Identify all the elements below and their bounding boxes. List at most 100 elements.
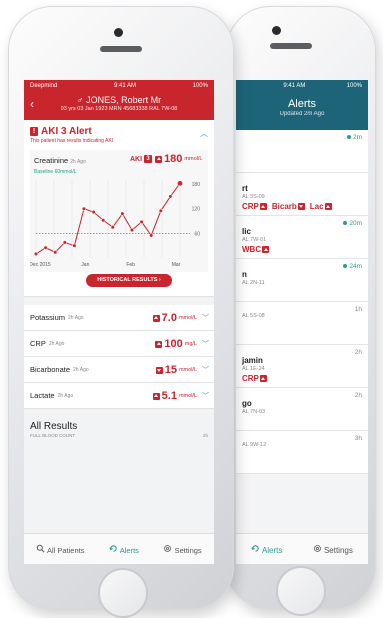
chevron-up-icon[interactable]: ︿: [200, 128, 208, 139]
patient-meta: 93 yrs 03 Jan 1923 MRN 45683338 RAL 7W-0…: [60, 106, 178, 112]
status-time: 9:41 AM: [113, 83, 136, 89]
front-camera: [272, 26, 281, 35]
all-results-category: FULL BLOOD COUNT: [30, 433, 76, 438]
historical-results-button[interactable]: HISTORICAL RESULTS ›: [86, 274, 172, 287]
alert-row[interactable]: 2h go AL 7N-03: [236, 388, 368, 431]
alert-time: 2h: [355, 392, 362, 399]
result-label: CRP: [30, 339, 46, 348]
data-point: [72, 243, 77, 248]
data-point: [91, 209, 96, 215]
arrow-up-icon: [324, 203, 332, 211]
arrow-down-icon: [155, 366, 163, 374]
alert-row[interactable]: 2m: [236, 130, 368, 173]
aki-alert-card: ! AKI 3 Alert This patient has results i…: [24, 120, 214, 297]
patient-name[interactable]: ♂ JONES, Robert Mr: [24, 92, 214, 105]
data-point: [101, 218, 106, 223]
alert-time: 24m: [343, 263, 362, 270]
alert-tag-label: Bicarb: [271, 202, 297, 211]
result-age: 2h Ago: [73, 366, 89, 373]
alert-patient-name: lic: [242, 227, 251, 236]
alert-row[interactable]: 3h AL 9W-12: [236, 431, 368, 474]
tab-alerts-label: Alerts: [261, 545, 283, 555]
data-point: [81, 206, 87, 211]
alert-tags: WBC: [242, 245, 362, 254]
arrow-up-icon: [152, 392, 160, 400]
alert-tag: WBC: [242, 245, 270, 254]
home-button[interactable]: [276, 566, 326, 616]
alert-time: 2m: [346, 134, 362, 141]
alert-tags: CRP Bicarb Lac: [242, 202, 362, 211]
alert-tag: CRP: [242, 202, 267, 211]
exclamation-icon: !: [30, 127, 38, 136]
result-age: 2h Ago: [48, 340, 65, 347]
result-value: 15: [164, 364, 177, 376]
home-button[interactable]: [98, 568, 148, 618]
carrier-label: Deepmind: [30, 83, 58, 89]
y-tick-label: 120: [192, 207, 201, 213]
tab-settings[interactable]: Settings: [313, 544, 353, 555]
tab-all-patients[interactable]: All Patients: [36, 544, 84, 555]
tab-alerts-label: Alerts: [119, 545, 139, 555]
chevron-down-icon[interactable]: ﹀: [202, 339, 209, 349]
data-point: [139, 219, 144, 224]
result-row[interactable]: CRP 2h Ago 100 mg/L ﹀: [24, 331, 214, 357]
y-tick-label: 60: [194, 231, 200, 237]
alert-patient-ward: AL 7N-03: [242, 409, 266, 415]
x-tick-label: Jan: [81, 262, 89, 268]
chevron-down-icon[interactable]: ﹀: [202, 391, 209, 401]
alert-patient-name: go: [242, 399, 252, 408]
chevron-down-icon[interactable]: ﹀: [202, 313, 209, 323]
alert-tag: Lac: [310, 202, 332, 211]
tab-alerts[interactable]: Alerts: [251, 544, 282, 555]
alert-row[interactable]: 20m lic AL 7W-01 WBC: [236, 216, 368, 259]
front-camera: [114, 28, 123, 37]
page-title: Alerts: [287, 98, 317, 110]
alert-list: 2m rt AL 3S-09 CRP Bicarb Lac 20m lic AL 7W-01 WB…: [236, 130, 368, 474]
alert-row[interactable]: 24m n AL 2N-11: [236, 259, 368, 302]
alert-patient-name: n: [242, 270, 247, 279]
updated-time: Updated 2m Ago: [279, 111, 325, 117]
arrow-down-icon: [297, 203, 305, 211]
back-phone: 9:41 AM 100% Alerts Updated 2m Ago 2m rt A…: [226, 6, 376, 616]
status-bar: Deepmind 9:41 AM 100%: [24, 80, 214, 92]
alert-time-text: 20m: [349, 220, 362, 227]
status-bar: 9:41 AM 100%: [236, 80, 368, 92]
result-value: 7.0: [161, 312, 177, 324]
alert-patient-ward: AL 7W-01: [242, 237, 267, 243]
result-row[interactable]: Potassium 2h Ago 7.0 mmol/L ﹀: [24, 305, 214, 331]
alert-time: 3h: [355, 435, 362, 442]
result-label: Lactate: [30, 391, 55, 400]
new-dot-icon: [343, 221, 348, 226]
alert-patient-name: rt: [242, 184, 248, 193]
result-row[interactable]: Bicarbonate 2h Ago 15 mmol/L ﹀: [24, 357, 214, 383]
chevron-down-icon[interactable]: ﹀: [202, 365, 209, 375]
result-unit: mmol/L: [178, 315, 197, 321]
tab-settings[interactable]: Settings: [163, 544, 202, 555]
data-point: [158, 208, 163, 213]
results-list: Potassium 2h Ago 7.0 mmol/L ﹀ CRP 2h Ago 100 mg/…: [24, 305, 214, 409]
result-value: 100: [164, 338, 183, 350]
result-value-group: 100 mg/L: [154, 338, 197, 350]
result-value-group: 15 mmol/L: [155, 364, 197, 376]
alerts-header: Alerts Updated 2m Ago: [236, 92, 368, 130]
data-point: [168, 194, 173, 199]
alert-time-text: 2h: [354, 392, 362, 399]
all-results-title: All Results: [30, 421, 78, 432]
result-value-group: 5.1 mmol/L: [152, 390, 197, 402]
tab-alerts[interactable]: Alerts: [109, 544, 139, 555]
result-row[interactable]: Lactate 2h Ago 5.1 mmol/L ﹀: [24, 383, 214, 409]
alert-row[interactable]: 2h jamin AL 1E-24 CRP: [236, 345, 368, 388]
x-tick-label: Dec 2015: [30, 262, 51, 268]
alert-row[interactable]: rt AL 3S-09 CRP Bicarb Lac: [236, 173, 368, 216]
result-label: Potassium: [30, 313, 66, 322]
all-results-section: All Results FULL BLOOD COUNT 2h: [24, 417, 214, 447]
alert-tag: Bicarb: [272, 202, 305, 211]
tab-bar: All Patients Alerts Settings: [24, 533, 214, 564]
alerts-icon: [109, 544, 117, 552]
arrow-up-icon: [262, 246, 270, 254]
creatinine-chart: Creatinine 2h Ago AKI 3 180 mmol/L Basel…: [30, 150, 208, 272]
data-point: [53, 250, 58, 255]
alert-row[interactable]: 1h AL 5S-08: [236, 302, 368, 345]
data-point: [62, 240, 67, 245]
tab-bar: Alerts Settings: [236, 533, 368, 564]
